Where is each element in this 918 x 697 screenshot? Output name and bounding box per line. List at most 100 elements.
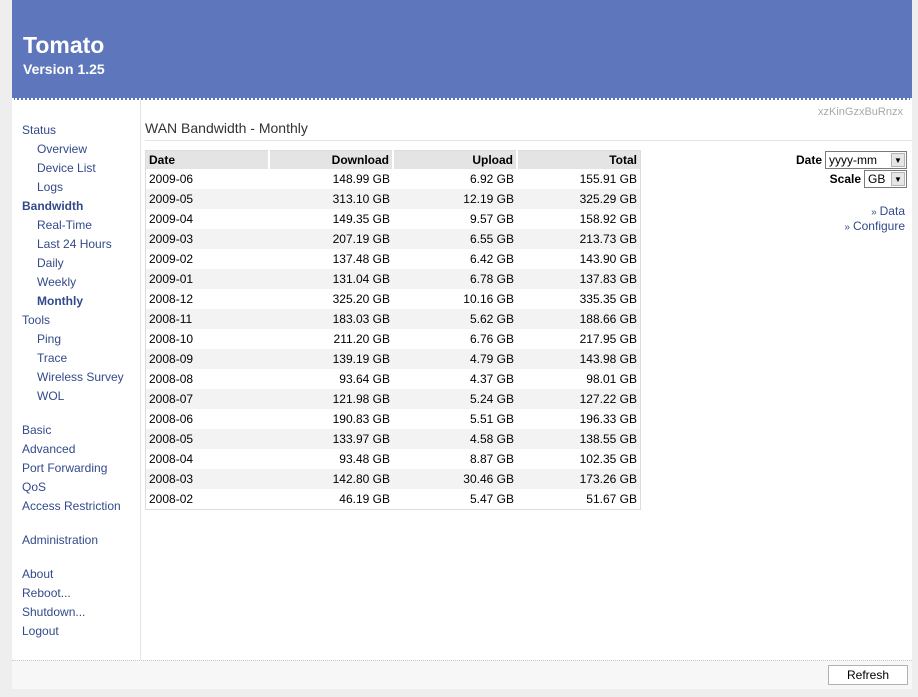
table-header-row: Date Download Upload Total xyxy=(145,150,641,169)
table-row: 2008-05 133.97 GB 4.58 GB 138.55 GB xyxy=(145,429,641,449)
nav-overview[interactable]: Overview xyxy=(37,142,87,156)
table-cell: 142.80 GB xyxy=(269,469,393,489)
table-cell: 137.83 GB xyxy=(517,269,641,289)
table-cell: 2008-06 xyxy=(149,412,194,426)
table-cell: 325.20 GB xyxy=(332,292,390,306)
table-cell: 2008-11 xyxy=(145,309,269,329)
router-name: xzKinGzxBuRnzx xyxy=(818,106,903,118)
nav-port-forwarding[interactable]: Port Forwarding xyxy=(22,461,107,475)
column-header: Total xyxy=(517,150,641,169)
scale-select[interactable]: GB ▼ xyxy=(864,170,907,188)
table-cell: 2009-05 xyxy=(145,189,269,209)
table-cell: 335.35 GB xyxy=(579,292,637,306)
nav-wol[interactable]: WOL xyxy=(37,389,64,403)
footer-bar: Refresh xyxy=(12,660,912,689)
app-version: Version 1.25 xyxy=(23,61,105,77)
table-cell: 5.24 GB xyxy=(393,389,517,409)
table-row: 2008-06 190.83 GB 5.51 GB 196.33 GB xyxy=(146,409,641,429)
data-link[interactable]: » Data xyxy=(871,204,905,218)
refresh-button[interactable]: Refresh xyxy=(828,665,908,685)
table-cell: 196.33 GB xyxy=(579,412,637,426)
main-container: Status Overview Device List Logs Bandwid… xyxy=(12,100,912,660)
table-cell: 188.66 GB xyxy=(517,309,641,329)
date-select[interactable]: yyyy-mm ▼ xyxy=(825,151,907,169)
table-row: 2009-02 137.48 GB 6.42 GB 143.90 GB xyxy=(146,249,641,269)
table-row: 2008-04 93.48 GB 8.87 GB 102.35 GB xyxy=(146,449,641,469)
table-row: 2009-03 207.19 GB 6.55 GB 213.73 GB xyxy=(145,229,641,249)
table-cell: 138.55 GB xyxy=(517,429,641,449)
table-cell: 127.22 GB xyxy=(517,389,641,409)
nav-logs[interactable]: Logs xyxy=(37,180,63,194)
table-row: 2008-09 139.19 GB 4.79 GB 143.98 GB xyxy=(145,349,641,369)
table-cell: 155.91 GB xyxy=(579,172,637,186)
table-cell: 6.92 GB xyxy=(469,172,514,186)
nav-weekly[interactable]: Weekly xyxy=(37,275,76,289)
table-cell: 102.35 GB xyxy=(579,452,637,466)
table-cell: 30.46 GB xyxy=(393,469,517,489)
nav-about[interactable]: About xyxy=(22,567,53,581)
table-cell: 46.19 GB xyxy=(339,492,390,506)
sidebar-nav: Status Overview Device List Logs Bandwid… xyxy=(12,100,141,660)
nav-realtime[interactable]: Real-Time xyxy=(37,218,92,232)
nav-reboot[interactable]: Reboot... xyxy=(22,586,71,600)
nav-ping[interactable]: Ping xyxy=(37,332,61,346)
table-cell: 5.62 GB xyxy=(393,309,517,329)
table-cell: 183.03 GB xyxy=(269,309,393,329)
nav-shutdown[interactable]: Shutdown... xyxy=(22,605,85,619)
table-cell: 6.42 GB xyxy=(469,252,514,266)
table-cell: 9.57 GB xyxy=(469,212,514,226)
nav-administration[interactable]: Administration xyxy=(22,533,98,547)
nav-daily[interactable]: Daily xyxy=(37,256,64,270)
header-banner: Tomato Version 1.25 xyxy=(12,0,912,100)
page-title: WAN Bandwidth - Monthly xyxy=(145,120,912,141)
nav-device-list[interactable]: Device List xyxy=(37,161,96,175)
double-chevron-icon: » xyxy=(871,207,877,218)
table-cell: 6.78 GB xyxy=(393,269,517,289)
configure-link[interactable]: » Configure xyxy=(844,219,905,233)
scale-label: Scale xyxy=(829,172,861,186)
table-cell: 5.47 GB xyxy=(469,492,514,506)
table-cell: 143.98 GB xyxy=(517,349,641,369)
table-cell: 2008-03 xyxy=(145,469,269,489)
table-cell: 2009-03 xyxy=(145,229,269,249)
nav-trace[interactable]: Trace xyxy=(37,351,67,365)
table-cell: 313.10 GB xyxy=(269,189,393,209)
nav-tools[interactable]: Tools xyxy=(22,313,50,327)
table-cell: 5.51 GB xyxy=(469,412,514,426)
nav-access-restriction[interactable]: Access Restriction xyxy=(22,499,121,513)
nav-basic[interactable]: Basic xyxy=(22,423,51,437)
nav-status[interactable]: Status xyxy=(22,123,56,137)
table-cell: 2008-08 xyxy=(149,372,194,386)
double-chevron-icon: » xyxy=(844,222,850,233)
table-cell: 211.20 GB xyxy=(333,332,390,346)
table-row: 2008-08 93.64 GB 4.37 GB 98.01 GB xyxy=(146,369,641,389)
nav-qos[interactable]: QoS xyxy=(22,480,46,494)
nav-logout[interactable]: Logout xyxy=(22,624,59,638)
table-cell: 148.99 GB xyxy=(332,172,390,186)
table-cell: 190.83 GB xyxy=(332,412,390,426)
table-cell: 4.37 GB xyxy=(469,372,514,386)
table-cell: 12.19 GB xyxy=(393,189,517,209)
table-cell: 2009-06 xyxy=(149,172,194,186)
nav-wireless-survey[interactable]: Wireless Survey xyxy=(37,370,124,384)
table-cell: 131.04 GB xyxy=(269,269,393,289)
chevron-down-icon[interactable]: ▼ xyxy=(891,153,905,167)
scale-row: Scale GB ▼ xyxy=(830,170,907,188)
chevron-down-icon[interactable]: ▼ xyxy=(891,172,905,186)
date-row: Date yyyy-mm ▼ xyxy=(796,151,907,169)
nav-monthly[interactable]: Monthly xyxy=(37,294,83,308)
table-cell: 173.26 GB xyxy=(517,469,641,489)
table-cell: 2008-09 xyxy=(145,349,269,369)
nav-bandwidth[interactable]: Bandwidth xyxy=(22,199,83,213)
table-cell: 51.67 GB xyxy=(586,492,637,506)
configure-link-label: Configure xyxy=(852,219,905,233)
table-cell: 10.16 GB xyxy=(463,292,514,306)
nav-advanced[interactable]: Advanced xyxy=(22,442,75,456)
table-row: 2009-01 131.04 GB 6.78 GB 137.83 GB xyxy=(145,269,641,289)
table-cell: 2008-02 xyxy=(149,492,194,506)
nav-last-24-hours[interactable]: Last 24 Hours xyxy=(37,237,112,251)
table-row: 2009-04 149.35 GB 9.57 GB 158.92 GB xyxy=(146,209,641,229)
table-cell: 2008-12 xyxy=(149,292,194,306)
table-cell: 2009-02 xyxy=(149,252,194,266)
table-cell: 158.92 GB xyxy=(579,212,637,226)
